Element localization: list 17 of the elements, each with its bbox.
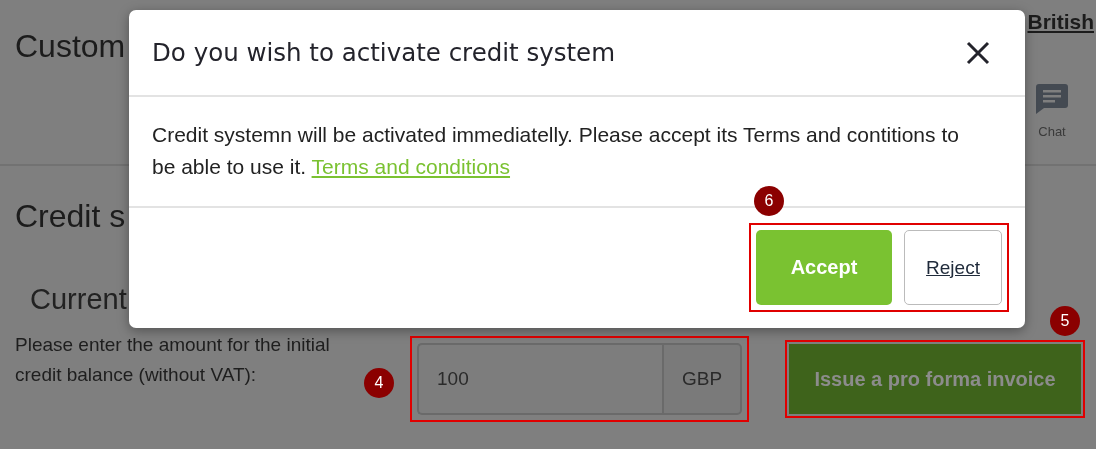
step-badge: 6 [754,186,784,216]
terms-link[interactable]: Terms and conditions [311,155,510,178]
chat-label[interactable]: Chat [1038,124,1066,139]
close-icon[interactable] [965,39,991,66]
language-link[interactable]: British [1027,10,1094,34]
step-badge: 4 [364,368,394,398]
amount-field[interactable]: 100 [417,343,662,415]
pro-forma-invoice-button[interactable]: Issue a pro forma invoice [789,344,1081,414]
step-badge: 5 [1050,306,1080,336]
accept-button[interactable]: Accept [756,230,892,305]
page-title: Custom [15,28,126,65]
currency-addon: GBP [662,343,742,415]
amount-label: Please enter the amount for the initial credit balance (without VAT): [15,333,331,387]
section-title: Credit s [15,198,126,235]
dialog-title: Do you wish to activate credit system [152,38,616,67]
subsection-title: Current [30,283,127,316]
reject-button[interactable]: Reject [904,230,1002,305]
